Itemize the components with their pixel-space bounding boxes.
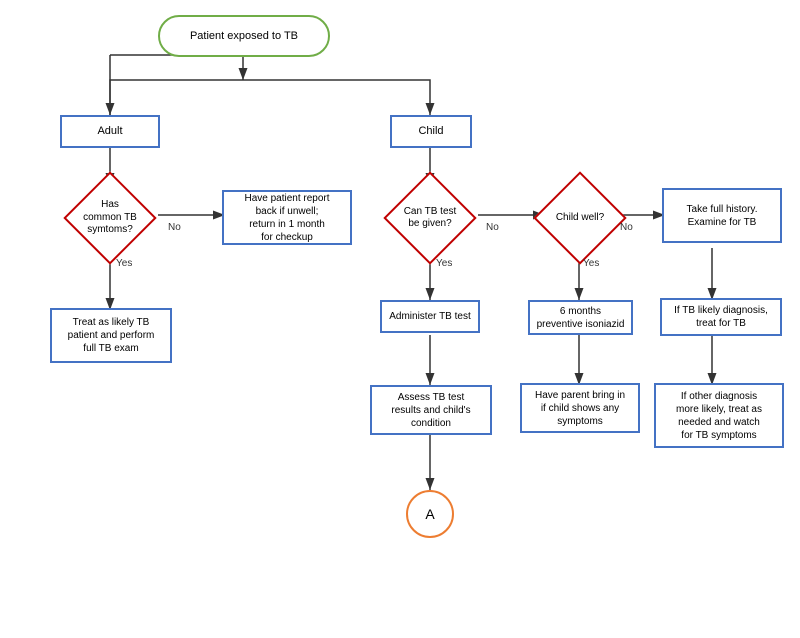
- no1-label: No: [168, 222, 181, 233]
- yes1-label: Yes: [116, 258, 132, 269]
- child-well-diamond: Child well?: [532, 185, 628, 251]
- administer-node: Administer TB test: [380, 300, 480, 333]
- can-tb-test-diamond: Can TB testbe given?: [382, 185, 478, 251]
- report-back-label: Have patient report back if unwell; retu…: [244, 192, 329, 244]
- parent-bring-label: Have parent bring in if child shows any …: [535, 389, 625, 428]
- parent-bring-node: Have parent bring in if child shows any …: [520, 383, 640, 433]
- assess-node: Assess TB test results and child's condi…: [370, 385, 492, 435]
- preventive-node: 6 months preventive isoniazid: [528, 300, 633, 335]
- adult-node: Adult: [60, 115, 160, 148]
- other-diagnosis-node: If other diagnosis more likely, treat as…: [654, 383, 784, 448]
- administer-label: Administer TB test: [389, 310, 471, 323]
- connector-a-node: A: [406, 490, 454, 538]
- report-back-node: Have patient report back if unwell; retu…: [222, 190, 352, 245]
- can-tb-test-label: Can TB testbe given?: [390, 206, 470, 231]
- has-symptoms-label: Hascommon TBsymtoms?: [70, 199, 150, 237]
- full-history-label: Take full history. Examine for TB: [687, 203, 758, 229]
- has-symptoms-diamond: Hascommon TBsymtoms?: [62, 185, 158, 251]
- start-node: Patient exposed to TB: [158, 15, 330, 57]
- assess-label: Assess TB test results and child's condi…: [391, 391, 470, 430]
- if-tb-likely-label: If TB likely diagnosis, treat for TB: [674, 304, 768, 330]
- flowchart-diagram: Patient exposed to TB Adult Child Hascom…: [0, 0, 800, 638]
- no3-label: No: [620, 222, 633, 233]
- start-label: Patient exposed to TB: [190, 29, 298, 43]
- if-tb-likely-node: If TB likely diagnosis, treat for TB: [660, 298, 782, 336]
- child-label: Child: [418, 124, 443, 138]
- child-node: Child: [390, 115, 472, 148]
- adult-label: Adult: [97, 124, 122, 138]
- full-history-node: Take full history. Examine for TB: [662, 188, 782, 243]
- other-diagnosis-label: If other diagnosis more likely, treat as…: [676, 390, 762, 442]
- treat-adult-node: Treat as likely TB patient and perform f…: [50, 308, 172, 363]
- child-well-label: Child well?: [540, 212, 620, 225]
- no2-label: No: [486, 222, 499, 233]
- treat-adult-label: Treat as likely TB patient and perform f…: [68, 316, 155, 355]
- yes2-label: Yes: [436, 258, 452, 269]
- connector-a-label: A: [425, 506, 434, 522]
- preventive-label: 6 months preventive isoniazid: [537, 305, 625, 331]
- yes3-label: Yes: [583, 258, 599, 269]
